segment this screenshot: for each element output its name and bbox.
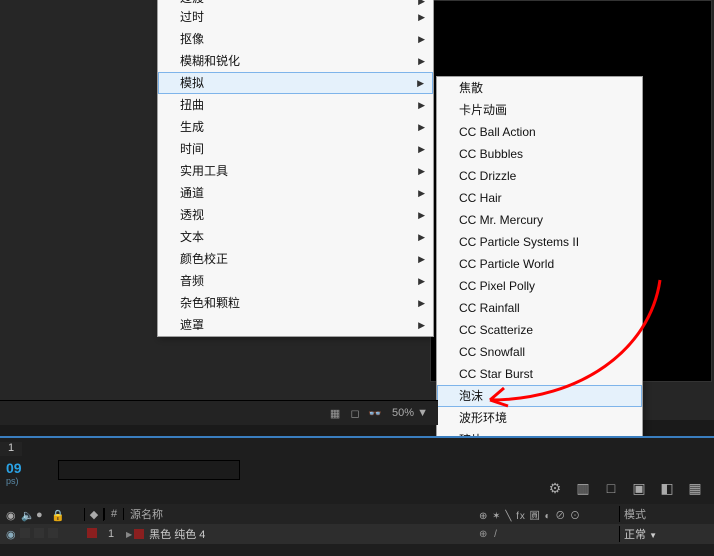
source-name-header[interactable]: 源名称 bbox=[124, 506, 479, 522]
submenu-arrow-icon: ▶ bbox=[418, 6, 425, 28]
submenu-item-3[interactable]: CC Bubbles bbox=[437, 143, 642, 165]
video-toggle-icon[interactable]: ◉ bbox=[6, 528, 16, 541]
menu-item-15[interactable]: 遮罩▶ bbox=[158, 314, 433, 336]
lock-header-icon[interactable]: 🔒 bbox=[51, 509, 62, 520]
timeline-tab-number[interactable]: 1 bbox=[0, 442, 22, 456]
menu-item-11[interactable]: 文本▶ bbox=[158, 226, 433, 248]
switches-header[interactable]: ⊕ ✶ ╲ fx 圓 ◐ ⊘ ⊙ bbox=[479, 507, 619, 522]
submenu-item-2[interactable]: CC Ball Action bbox=[437, 121, 642, 143]
menu-item-9[interactable]: 通道▶ bbox=[158, 182, 433, 204]
submenu-item-5[interactable]: CC Hair bbox=[437, 187, 642, 209]
menu-item-2[interactable]: 抠像▶ bbox=[158, 28, 433, 50]
submenu-arrow-icon: ▶ bbox=[418, 204, 425, 226]
menu-item-10[interactable]: 透视▶ bbox=[158, 204, 433, 226]
misc2-icon[interactable]: ▦ bbox=[684, 480, 706, 498]
submenu-arrow-icon: ▶ bbox=[417, 73, 424, 93]
menu-item-3[interactable]: 模糊和锐化▶ bbox=[158, 50, 433, 72]
submenu-item-12[interactable]: CC Snowfall bbox=[437, 341, 642, 363]
zoom-dropdown[interactable]: 50% ▼ bbox=[388, 407, 432, 419]
submenu-arrow-icon: ▶ bbox=[418, 292, 425, 314]
layer-switches[interactable]: ⊕ / bbox=[479, 529, 619, 540]
layer-name[interactable]: ▶ 黑色 纯色 4 bbox=[120, 526, 479, 542]
simulation-submenu: 焦散卡片动画CC Ball ActionCC BubblesCC Drizzle… bbox=[436, 76, 643, 474]
submenu-arrow-icon: ▶ bbox=[418, 182, 425, 204]
submenu-item-6[interactable]: CC Mr. Mercury bbox=[437, 209, 642, 231]
menu-item-1[interactable]: 过时▶ bbox=[158, 6, 433, 28]
submenu-item-11[interactable]: CC Scatterize bbox=[437, 319, 642, 341]
twirl-icon[interactable]: ▶ bbox=[126, 530, 132, 539]
mask-toggle-icon[interactable]: ◻ bbox=[348, 406, 362, 420]
menu-item-7[interactable]: 时间▶ bbox=[158, 138, 433, 160]
submenu-item-10[interactable]: CC Rainfall bbox=[437, 297, 642, 319]
grid-icon[interactable]: ▦ bbox=[328, 406, 342, 420]
solo-toggle-icon[interactable] bbox=[34, 528, 44, 538]
search-input-placeholder[interactable] bbox=[58, 460, 240, 480]
submenu-arrow-icon: ▶ bbox=[418, 314, 425, 336]
box-icon[interactable]: □ bbox=[600, 480, 622, 498]
submenu-item-9[interactable]: CC Pixel Polly bbox=[437, 275, 642, 297]
mode-header[interactable]: 模式 bbox=[619, 506, 714, 522]
submenu-item-0[interactable]: 焦散 bbox=[437, 77, 642, 99]
glasses-icon[interactable]: 👓 bbox=[368, 406, 382, 420]
misc1-icon[interactable]: ◧ bbox=[656, 480, 678, 498]
speaker-header-icon[interactable]: 🔈 bbox=[21, 509, 32, 520]
viewer-footer-bar: ▦ ◻ 👓 50% ▼ bbox=[0, 400, 438, 425]
effects-category-menu: 过渡▶过时▶抠像▶模糊和锐化▶模拟▶扭曲▶生成▶时间▶实用工具▶通道▶透视▶文本… bbox=[157, 0, 434, 337]
graph-icon[interactable]: ▥ bbox=[572, 480, 594, 498]
layer-row[interactable]: ◉ 1 ▶ 黑色 纯色 4 ⊕ / 正常 ▼ bbox=[0, 524, 714, 544]
submenu-item-4[interactable]: CC Drizzle bbox=[437, 165, 642, 187]
render-icon[interactable]: ⚙ bbox=[544, 480, 566, 498]
shy-icon[interactable]: ▣ bbox=[628, 480, 650, 498]
layer-blend-mode[interactable]: 正常 ▼ bbox=[619, 526, 714, 542]
solid-swatch-icon bbox=[134, 529, 144, 539]
solo-header-icon[interactable]: ● bbox=[36, 509, 47, 520]
menu-item-13[interactable]: 音频▶ bbox=[158, 270, 433, 292]
submenu-item-7[interactable]: CC Particle Systems II bbox=[437, 231, 642, 253]
current-timecode[interactable]: 09 bbox=[6, 460, 22, 476]
timeline-column-header: ◉ 🔈 ● 🔒 ◆ # 源名称 ⊕ ✶ ╲ fx 圓 ◐ ⊘ ⊙ 模式 bbox=[0, 504, 714, 524]
submenu-arrow-icon: ▶ bbox=[418, 50, 425, 72]
layer-color-label[interactable] bbox=[84, 528, 102, 541]
index-header[interactable]: # bbox=[104, 508, 124, 520]
submenu-item-14[interactable]: 泡沫 bbox=[437, 385, 642, 407]
submenu-item-13[interactable]: CC Star Burst bbox=[437, 363, 642, 385]
timeline-search-area bbox=[58, 460, 240, 480]
menu-item-5[interactable]: 扭曲▶ bbox=[158, 94, 433, 116]
av-toggle-header: ◉ 🔈 ● 🔒 bbox=[0, 509, 84, 520]
label-header[interactable]: ◆ bbox=[84, 508, 104, 521]
submenu-arrow-icon: ▶ bbox=[418, 138, 425, 160]
submenu-arrow-icon: ▶ bbox=[418, 270, 425, 292]
submenu-item-15[interactable]: 波形环境 bbox=[437, 407, 642, 429]
menu-item-4[interactable]: 模拟▶ bbox=[158, 72, 433, 94]
submenu-arrow-icon: ▶ bbox=[418, 226, 425, 248]
submenu-arrow-icon: ▶ bbox=[418, 28, 425, 50]
menu-item-12[interactable]: 颜色校正▶ bbox=[158, 248, 433, 270]
menu-item-8[interactable]: 实用工具▶ bbox=[158, 160, 433, 182]
submenu-arrow-icon: ▶ bbox=[418, 160, 425, 182]
submenu-arrow-icon: ▶ bbox=[418, 116, 425, 138]
fps-label: ps) bbox=[6, 476, 19, 486]
submenu-item-1[interactable]: 卡片动画 bbox=[437, 99, 642, 121]
audio-toggle-icon[interactable] bbox=[20, 528, 30, 538]
timeline-right-controls: ⚙ ▥ □ ▣ ◧ ▦ bbox=[544, 480, 706, 498]
submenu-arrow-icon: ▶ bbox=[418, 94, 425, 116]
eye-header-icon[interactable]: ◉ bbox=[6, 509, 17, 520]
submenu-item-8[interactable]: CC Particle World bbox=[437, 253, 642, 275]
submenu-arrow-icon: ▶ bbox=[418, 248, 425, 270]
menu-item-6[interactable]: 生成▶ bbox=[158, 116, 433, 138]
lock-toggle-icon[interactable] bbox=[48, 528, 58, 538]
menu-item-14[interactable]: 杂色和颗粒▶ bbox=[158, 292, 433, 314]
layer-index: 1 bbox=[102, 528, 120, 540]
